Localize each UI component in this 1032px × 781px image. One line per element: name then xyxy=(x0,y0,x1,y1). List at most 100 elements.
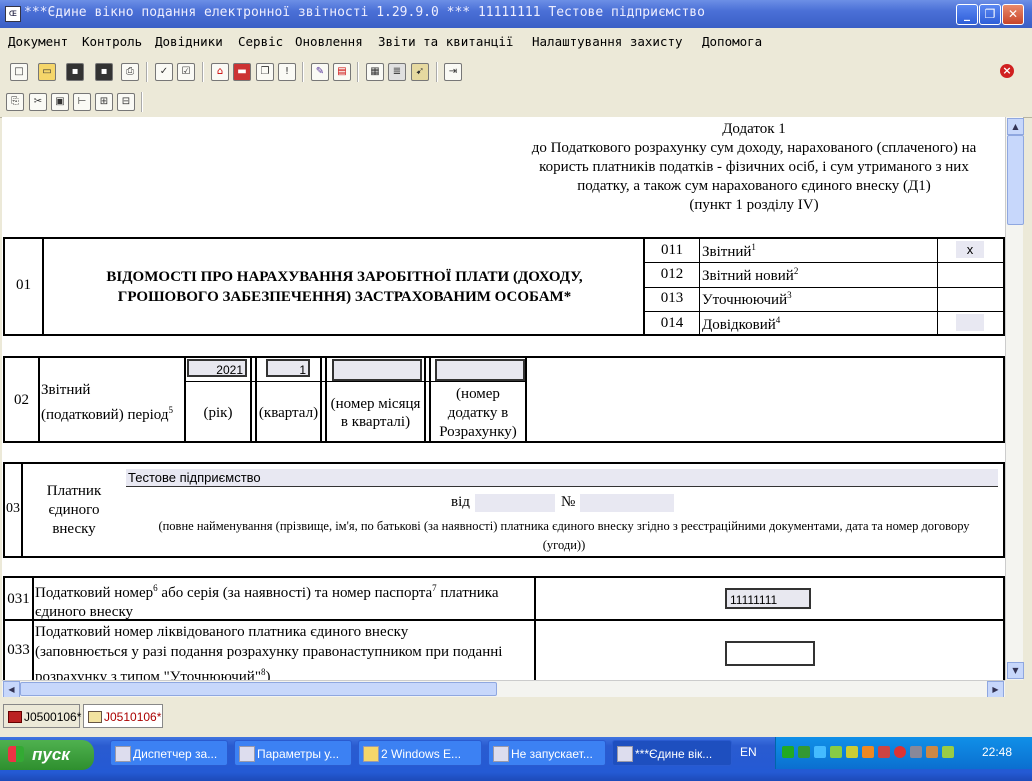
sign-icon[interactable]: ✎ xyxy=(311,63,329,81)
new-document-icon[interactable]: □ xyxy=(10,63,28,81)
menu-service[interactable]: Сервіс xyxy=(238,34,283,49)
section-01-title: ВІДОМОСТІ ПРО НАРАХУВАННЯ ЗАРОБІТНОЇ ПЛА… xyxy=(46,267,643,307)
home-icon[interactable]: ⌂ xyxy=(211,63,229,81)
tray-volume-icon[interactable] xyxy=(830,746,842,758)
menu-control[interactable]: Контроль xyxy=(82,34,142,49)
appendix-number-input[interactable] xyxy=(435,359,525,381)
tray-keyboard-icon[interactable] xyxy=(926,746,938,758)
scroll-left-icon[interactable]: ◀ xyxy=(3,681,20,698)
delete-row-icon[interactable]: ⊟ xyxy=(117,93,135,111)
print-icon[interactable]: ⎙ xyxy=(121,63,139,81)
close-document-icon[interactable]: × xyxy=(1000,64,1014,78)
main-toolbar: □ ▭ ▪ ▪ ⎙ ✓ ☑ ⌂ ▬ ❐ ! ✎ ▤ ▦ ≣ ➹ ⇥ × xyxy=(0,57,1032,87)
scroll-down-icon[interactable]: ▼ xyxy=(1007,662,1024,679)
tray-shield-icon[interactable] xyxy=(878,746,890,758)
appendix-caption-line1: (номер xyxy=(456,386,500,402)
task-parameters[interactable]: Параметры у... xyxy=(234,740,352,766)
minimize-button[interactable]: _ xyxy=(956,4,978,25)
add-row-icon[interactable]: ⊞ xyxy=(95,93,113,111)
tab-j0510106[interactable]: J0510106* xyxy=(83,704,163,728)
task-windows-explorer[interactable]: 2 Windows E... xyxy=(358,740,482,766)
maximize-button[interactable]: ❐ xyxy=(979,4,1001,25)
task-task-manager[interactable]: Диспетчер за... xyxy=(110,740,228,766)
doc-info-icon[interactable]: ! xyxy=(278,63,296,81)
open-folder-icon[interactable]: ▭ xyxy=(38,63,56,81)
vertical-scroll-thumb[interactable] xyxy=(1007,135,1024,225)
checkbox-014[interactable] xyxy=(956,314,984,331)
label-012-text: Звітний новий xyxy=(702,268,794,284)
header-line4: податку, а також сум нарахованого єдиног… xyxy=(577,178,931,194)
tray-antivirus-icon[interactable] xyxy=(910,746,922,758)
insert-row-icon[interactable]: ⊢ xyxy=(73,93,91,111)
code-012: 012 xyxy=(660,266,684,282)
tray-sync-icon[interactable] xyxy=(942,746,954,758)
section-01-title-line1: ВІДОМОСТІ ПРО НАРАХУВАННЯ ЗАРОБІТНОЇ ПЛА… xyxy=(106,269,583,285)
tray-monitor-icon[interactable] xyxy=(782,746,794,758)
row-033-line1: Податковий номер ліквідованого платника … xyxy=(35,624,409,640)
cut-icon[interactable]: ✂ xyxy=(29,93,47,111)
copy-doc-icon[interactable]: ❐ xyxy=(256,63,274,81)
month-input[interactable] xyxy=(332,359,422,381)
horizontal-scrollbar[interactable]: ◀ ▶ xyxy=(2,680,1005,698)
paste-icon[interactable]: ▣ xyxy=(51,93,69,111)
task-word-doc-label: Не запускает... xyxy=(511,747,593,761)
label-013: Уточнюючий3 xyxy=(702,290,792,309)
tax-number-input[interactable]: 11111111 xyxy=(725,588,811,609)
send-icon[interactable]: ➹ xyxy=(411,63,429,81)
horizontal-scroll-thumb[interactable] xyxy=(20,682,497,696)
menu-directories[interactable]: Довідники xyxy=(155,34,223,49)
tray-users-icon[interactable] xyxy=(862,746,874,758)
row-031-text-b: або серія (за наявності) та номер паспор… xyxy=(157,585,433,601)
validate-icon[interactable]: ☑ xyxy=(177,63,195,81)
label-012: Звітний новий2 xyxy=(702,266,798,285)
checkbox-012[interactable] xyxy=(956,266,984,283)
book-red-icon xyxy=(8,711,22,723)
app-icon[interactable]: ɶ xyxy=(5,6,21,22)
scroll-right-icon[interactable]: ▶ xyxy=(987,681,1004,698)
year-input[interactable]: 2021 xyxy=(187,359,247,377)
clock[interactable]: 22:48 xyxy=(982,745,1012,759)
payer-name-input[interactable]: Тестове підприємство xyxy=(126,469,998,487)
exit-icon[interactable]: ⇥ xyxy=(444,63,462,81)
check-icon[interactable]: ✓ xyxy=(155,63,173,81)
tray-network-icon[interactable] xyxy=(798,746,810,758)
windows-logo-icon xyxy=(8,746,24,762)
save-all-icon[interactable]: ▪ xyxy=(95,63,113,81)
menu-help[interactable]: Допомога xyxy=(702,34,762,49)
pdf-icon[interactable]: ▤ xyxy=(333,63,351,81)
list-icon[interactable]: ≣ xyxy=(388,63,406,81)
contract-date-input[interactable] xyxy=(475,494,555,512)
close-button[interactable]: ✕ xyxy=(1002,4,1024,25)
quarter-input[interactable]: 1 xyxy=(266,359,310,377)
save-icon[interactable]: ▪ xyxy=(66,63,84,81)
payer-label: Платник єдиного внеску xyxy=(24,482,124,539)
menu-reports[interactable]: Звіти та квитанції xyxy=(378,34,513,49)
book-open-icon xyxy=(88,711,102,723)
contract-number-input[interactable] xyxy=(580,494,674,512)
row-031-text-a: Податковий номер xyxy=(35,585,154,601)
checkbox-013[interactable] xyxy=(956,290,984,307)
tab-j0500106[interactable]: J0500106* xyxy=(3,704,81,728)
checkbox-011[interactable]: x xyxy=(956,241,984,258)
start-button[interactable]: пуск xyxy=(0,740,94,770)
task-single-window[interactable]: ***Єдине вік... xyxy=(612,740,732,766)
single-window-app-icon xyxy=(617,746,633,762)
header-line5: (пункт 1 розділу IV) xyxy=(689,197,819,213)
liquidated-tax-number-input[interactable] xyxy=(725,641,815,666)
copy-icon[interactable]: ⎘ xyxy=(6,93,24,111)
tray-display-icon[interactable] xyxy=(814,746,826,758)
header-line3: користь платників податків - фізичних ос… xyxy=(539,159,969,175)
menu-security-settings[interactable]: Налаштування захисту xyxy=(532,34,683,49)
tray-update-icon[interactable] xyxy=(846,746,858,758)
task-word-doc[interactable]: Не запускает... xyxy=(488,740,606,766)
task-task-manager-label: Диспетчер за... xyxy=(133,747,218,761)
task-single-window-label: ***Єдине вік... xyxy=(635,747,713,761)
book-icon[interactable]: ▬ xyxy=(233,63,251,81)
scroll-up-icon[interactable]: ▲ xyxy=(1007,118,1024,135)
tray-security-icon[interactable] xyxy=(894,746,906,758)
menu-document[interactable]: Документ xyxy=(8,34,68,49)
menu-update[interactable]: Оновлення xyxy=(295,34,363,49)
language-indicator[interactable]: EN xyxy=(740,745,757,759)
vertical-scrollbar[interactable]: ▲ ▼ xyxy=(1005,117,1024,680)
settings-icon[interactable]: ▦ xyxy=(366,63,384,81)
